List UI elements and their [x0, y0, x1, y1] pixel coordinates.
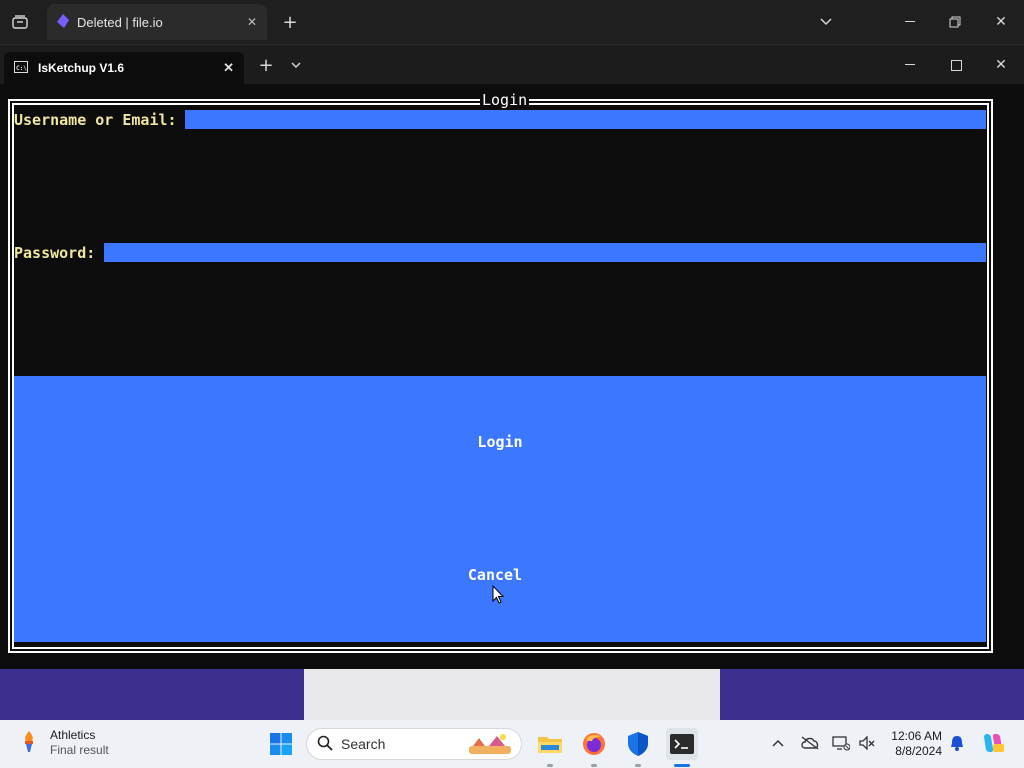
- firefox-indicator: [591, 764, 597, 767]
- file-explorer-indicator: [547, 764, 553, 767]
- terminal-tab-title: IsKetchup V1.6: [38, 61, 125, 75]
- taskbar: Athletics Final result Search 12:06 AM 8…: [0, 720, 1024, 768]
- login-button[interactable]: Login: [14, 376, 986, 509]
- browser-close-icon[interactable]: ✕: [989, 10, 1013, 34]
- defender-icon[interactable]: [622, 728, 654, 760]
- copilot-icon[interactable]: [980, 730, 1006, 756]
- browser-minimize-icon[interactable]: [898, 10, 922, 34]
- mouse-cursor-icon: [492, 584, 505, 608]
- terminal-dropdown-icon[interactable]: [284, 53, 308, 77]
- search-icon: [317, 735, 333, 754]
- browser-tab-title: Deleted | file.io: [77, 14, 163, 30]
- close-terminal-tab-icon[interactable]: ✕: [223, 60, 234, 76]
- fileio-icon: [57, 13, 69, 31]
- file-explorer-icon[interactable]: [534, 728, 566, 760]
- clock-time: 12:06 AM: [891, 729, 942, 743]
- console-icon: C:\: [14, 60, 28, 76]
- browser-restore-icon[interactable]: [943, 10, 967, 34]
- start-icon[interactable]: [265, 728, 297, 760]
- firefox-icon[interactable]: [578, 728, 610, 760]
- browser-title-bar: Deleted | file.io ✕ + ✕: [0, 0, 1024, 44]
- search-highlight-icon: [469, 732, 511, 757]
- terminal-tab[interactable]: C:\ IsKetchup V1.6 ✕: [4, 52, 244, 84]
- new-tab-icon[interactable]: +: [278, 10, 302, 34]
- network-disconnected-icon[interactable]: [830, 732, 852, 754]
- new-terminal-tab-icon[interactable]: +: [254, 53, 278, 77]
- onedrive-offline-icon[interactable]: [799, 732, 821, 754]
- notification-bell-icon[interactable]: [946, 732, 968, 754]
- widget-subtitle: Final result: [50, 743, 109, 757]
- search-placeholder: Search: [341, 736, 386, 752]
- athletics-torch-icon: [18, 729, 40, 758]
- defender-indicator: [635, 764, 641, 767]
- taskbar-search[interactable]: Search: [306, 728, 522, 760]
- terminal-icon[interactable]: [666, 728, 698, 760]
- login-frame-title: Login: [480, 91, 530, 109]
- volume-muted-icon[interactable]: [856, 732, 878, 754]
- clock-date: 8/8/2024: [895, 744, 942, 758]
- tab-actions-icon[interactable]: [8, 10, 32, 34]
- close-tab-icon[interactable]: ✕: [247, 15, 257, 29]
- weather-widget[interactable]: Athletics Final result: [18, 728, 109, 758]
- username-input[interactable]: [185, 110, 986, 129]
- svg-text:C:\: C:\: [16, 65, 27, 72]
- password-label: Password:: [14, 244, 96, 262]
- show-hidden-icons-chevron[interactable]: [767, 732, 789, 754]
- tab-list-chevron-icon[interactable]: [814, 10, 838, 34]
- terminal-active-indicator: [674, 764, 690, 767]
- terminal-content: Login Username or Email: Password: Login…: [0, 84, 1024, 669]
- terminal-minimize-icon[interactable]: [898, 53, 922, 77]
- widget-title: Athletics: [50, 728, 96, 742]
- terminal-close-icon[interactable]: ✕: [989, 53, 1013, 77]
- desktop-window-edge: [304, 669, 720, 720]
- password-input[interactable]: [104, 243, 986, 262]
- system-clock[interactable]: 12:06 AM 8/8/2024: [886, 729, 942, 759]
- terminal-maximize-icon[interactable]: [944, 53, 968, 77]
- cancel-button[interactable]: Cancel: [14, 509, 986, 642]
- browser-tab[interactable]: Deleted | file.io ✕: [47, 4, 267, 40]
- username-label: Username or Email:: [14, 111, 177, 129]
